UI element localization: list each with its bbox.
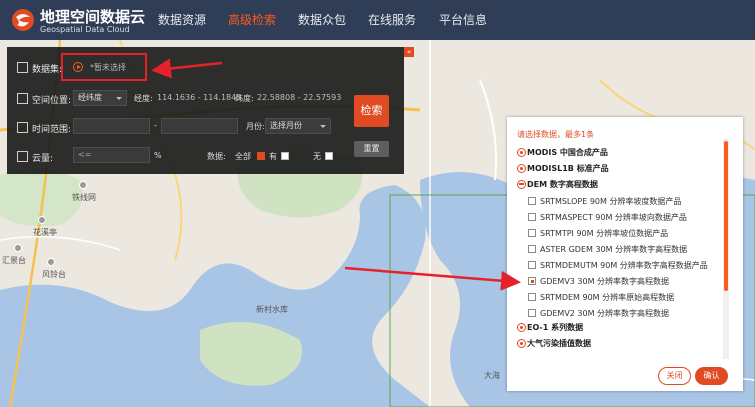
dataset-item[interactable]: SRTMDEMUTM 90M 分辨率数字高程数据产品	[540, 260, 708, 271]
time-range-label: 时间范围:	[32, 125, 72, 135]
month-label: 月份:	[246, 122, 265, 131]
month-select-value: 选择月份	[270, 121, 302, 130]
data-option-yes-checkbox[interactable]	[281, 152, 289, 160]
nav-online-services[interactable]: 在线服务	[368, 0, 416, 40]
map-poi	[47, 258, 55, 266]
data-filter-label: 数据:	[207, 152, 226, 161]
calendar-icon	[17, 122, 28, 133]
lat-range[interactable]: 22.58808 - 22.57593	[257, 93, 341, 102]
dataset-item[interactable]: GDEMV2 30M 分辨率数字高程数据	[540, 308, 669, 319]
data-option-all-label: 全部	[235, 152, 251, 161]
brand-logo[interactable]: 地理空间数据云 Geospatial Data Cloud	[10, 4, 160, 36]
category-modis-l1b[interactable]: MODISL1B 标准产品	[527, 163, 609, 174]
cloud-input[interactable]: <=	[73, 147, 150, 163]
map-poi	[14, 244, 22, 252]
nav-data-resources[interactable]: 数据资源	[158, 0, 206, 40]
cloud-unit: %	[154, 151, 162, 160]
brand-name: 地理空间数据云	[40, 8, 146, 26]
dropdown-close-button[interactable]: 关闭	[658, 367, 691, 385]
nav-platform-info[interactable]: 平台信息	[439, 0, 487, 40]
circle-plus-icon[interactable]	[517, 148, 526, 157]
dropdown-title: 请选择数据，最多1条	[517, 130, 595, 139]
circle-plus-icon[interactable]	[517, 339, 526, 348]
category-dem[interactable]: DEM 数字高程数据	[527, 179, 598, 190]
data-option-all-checkbox[interactable]	[257, 152, 265, 160]
item-checkbox[interactable]	[528, 197, 536, 205]
data-option-no-checkbox[interactable]	[325, 152, 333, 160]
data-option-yes-label: 有	[269, 152, 277, 161]
map-label: 新村水库	[256, 305, 288, 314]
location-icon	[17, 93, 28, 104]
map-poi	[38, 216, 46, 224]
item-checkbox-checked[interactable]	[528, 277, 536, 285]
data-option-no-label: 无	[313, 152, 321, 161]
dataset-item[interactable]: SRTMASPECT 90M 分辨率坡向数据产品	[540, 212, 687, 223]
dataset-item[interactable]: SRTMTPI 90M 分辨率坡位数据产品	[540, 228, 668, 239]
cloud-icon	[17, 151, 28, 162]
chevron-down-icon	[116, 97, 122, 100]
top-nav-bar: 地理空间数据云 Geospatial Data Cloud 数据资源 高级检索 …	[0, 0, 755, 40]
end-date-input[interactable]	[161, 118, 238, 134]
dataset-dropdown: 请选择数据，最多1条 MODIS 中国合成产品 MODISL1B 标准产品 DE…	[507, 117, 743, 391]
map-label: 铁线网	[72, 193, 96, 202]
circle-minus-icon[interactable]	[517, 180, 526, 189]
globe-logo-icon	[12, 9, 34, 31]
dataset-item[interactable]: SRTMSLOPE 90M 分辨率坡度数据产品	[540, 196, 681, 207]
nav-crowdsourcing[interactable]: 数据众包	[298, 0, 346, 40]
dataset-item[interactable]: SRTMDEM 90M 分辨率原始高程数据	[540, 292, 674, 303]
annotation-highlight-box	[61, 53, 147, 81]
collapse-panel-icon[interactable]: «	[404, 47, 414, 57]
dataset-icon	[17, 62, 28, 73]
dropdown-confirm-button[interactable]: 确认	[695, 367, 728, 385]
chevron-down-icon	[320, 125, 326, 128]
cloud-label: 云量:	[32, 154, 54, 164]
reset-button[interactable]: 重置	[354, 141, 389, 157]
item-checkbox[interactable]	[528, 229, 536, 237]
nav-advanced-search[interactable]: 高级检索	[228, 0, 276, 40]
map-label: 大海	[484, 371, 500, 380]
item-checkbox[interactable]	[528, 293, 536, 301]
lon-range[interactable]: 114.1636 - 114.1845	[157, 93, 241, 102]
dataset-item[interactable]: ASTER GDEM 30M 分辨率数字高程数据	[540, 244, 687, 255]
month-select[interactable]: 选择月份	[265, 118, 331, 134]
start-date-input[interactable]	[73, 118, 150, 134]
item-checkbox[interactable]	[528, 213, 536, 221]
map-label: 汇景台	[2, 256, 26, 265]
search-button[interactable]: 检索	[354, 95, 389, 127]
item-checkbox[interactable]	[528, 309, 536, 317]
lat-label: 纬度:	[235, 94, 254, 103]
location-mode-select[interactable]: 经纬度	[73, 90, 127, 106]
map-label: 风铃台	[42, 270, 66, 279]
item-checkbox[interactable]	[528, 261, 536, 269]
item-checkbox[interactable]	[528, 245, 536, 253]
dataset-item-selected[interactable]: GDEMV3 30M 分辨率数字高程数据	[540, 276, 669, 287]
map-poi	[79, 181, 87, 189]
location-label: 空间位置:	[32, 96, 72, 106]
circle-plus-icon[interactable]	[517, 323, 526, 332]
map-label: 花溪亭	[33, 228, 57, 237]
circle-plus-icon[interactable]	[517, 164, 526, 173]
lon-label: 经度:	[134, 94, 153, 103]
location-mode-value: 经纬度	[78, 93, 102, 102]
dataset-label: 数据集:	[32, 65, 63, 75]
date-separator: -	[154, 121, 157, 130]
category-eo1[interactable]: EO-1 系列数据	[527, 322, 583, 333]
category-modis-china[interactable]: MODIS 中国合成产品	[527, 147, 608, 158]
category-air-pollution[interactable]: 大气污染插值数据	[527, 338, 591, 349]
dropdown-scroll-thumb[interactable]	[724, 141, 728, 291]
brand-subtitle: Geospatial Data Cloud	[40, 25, 130, 34]
